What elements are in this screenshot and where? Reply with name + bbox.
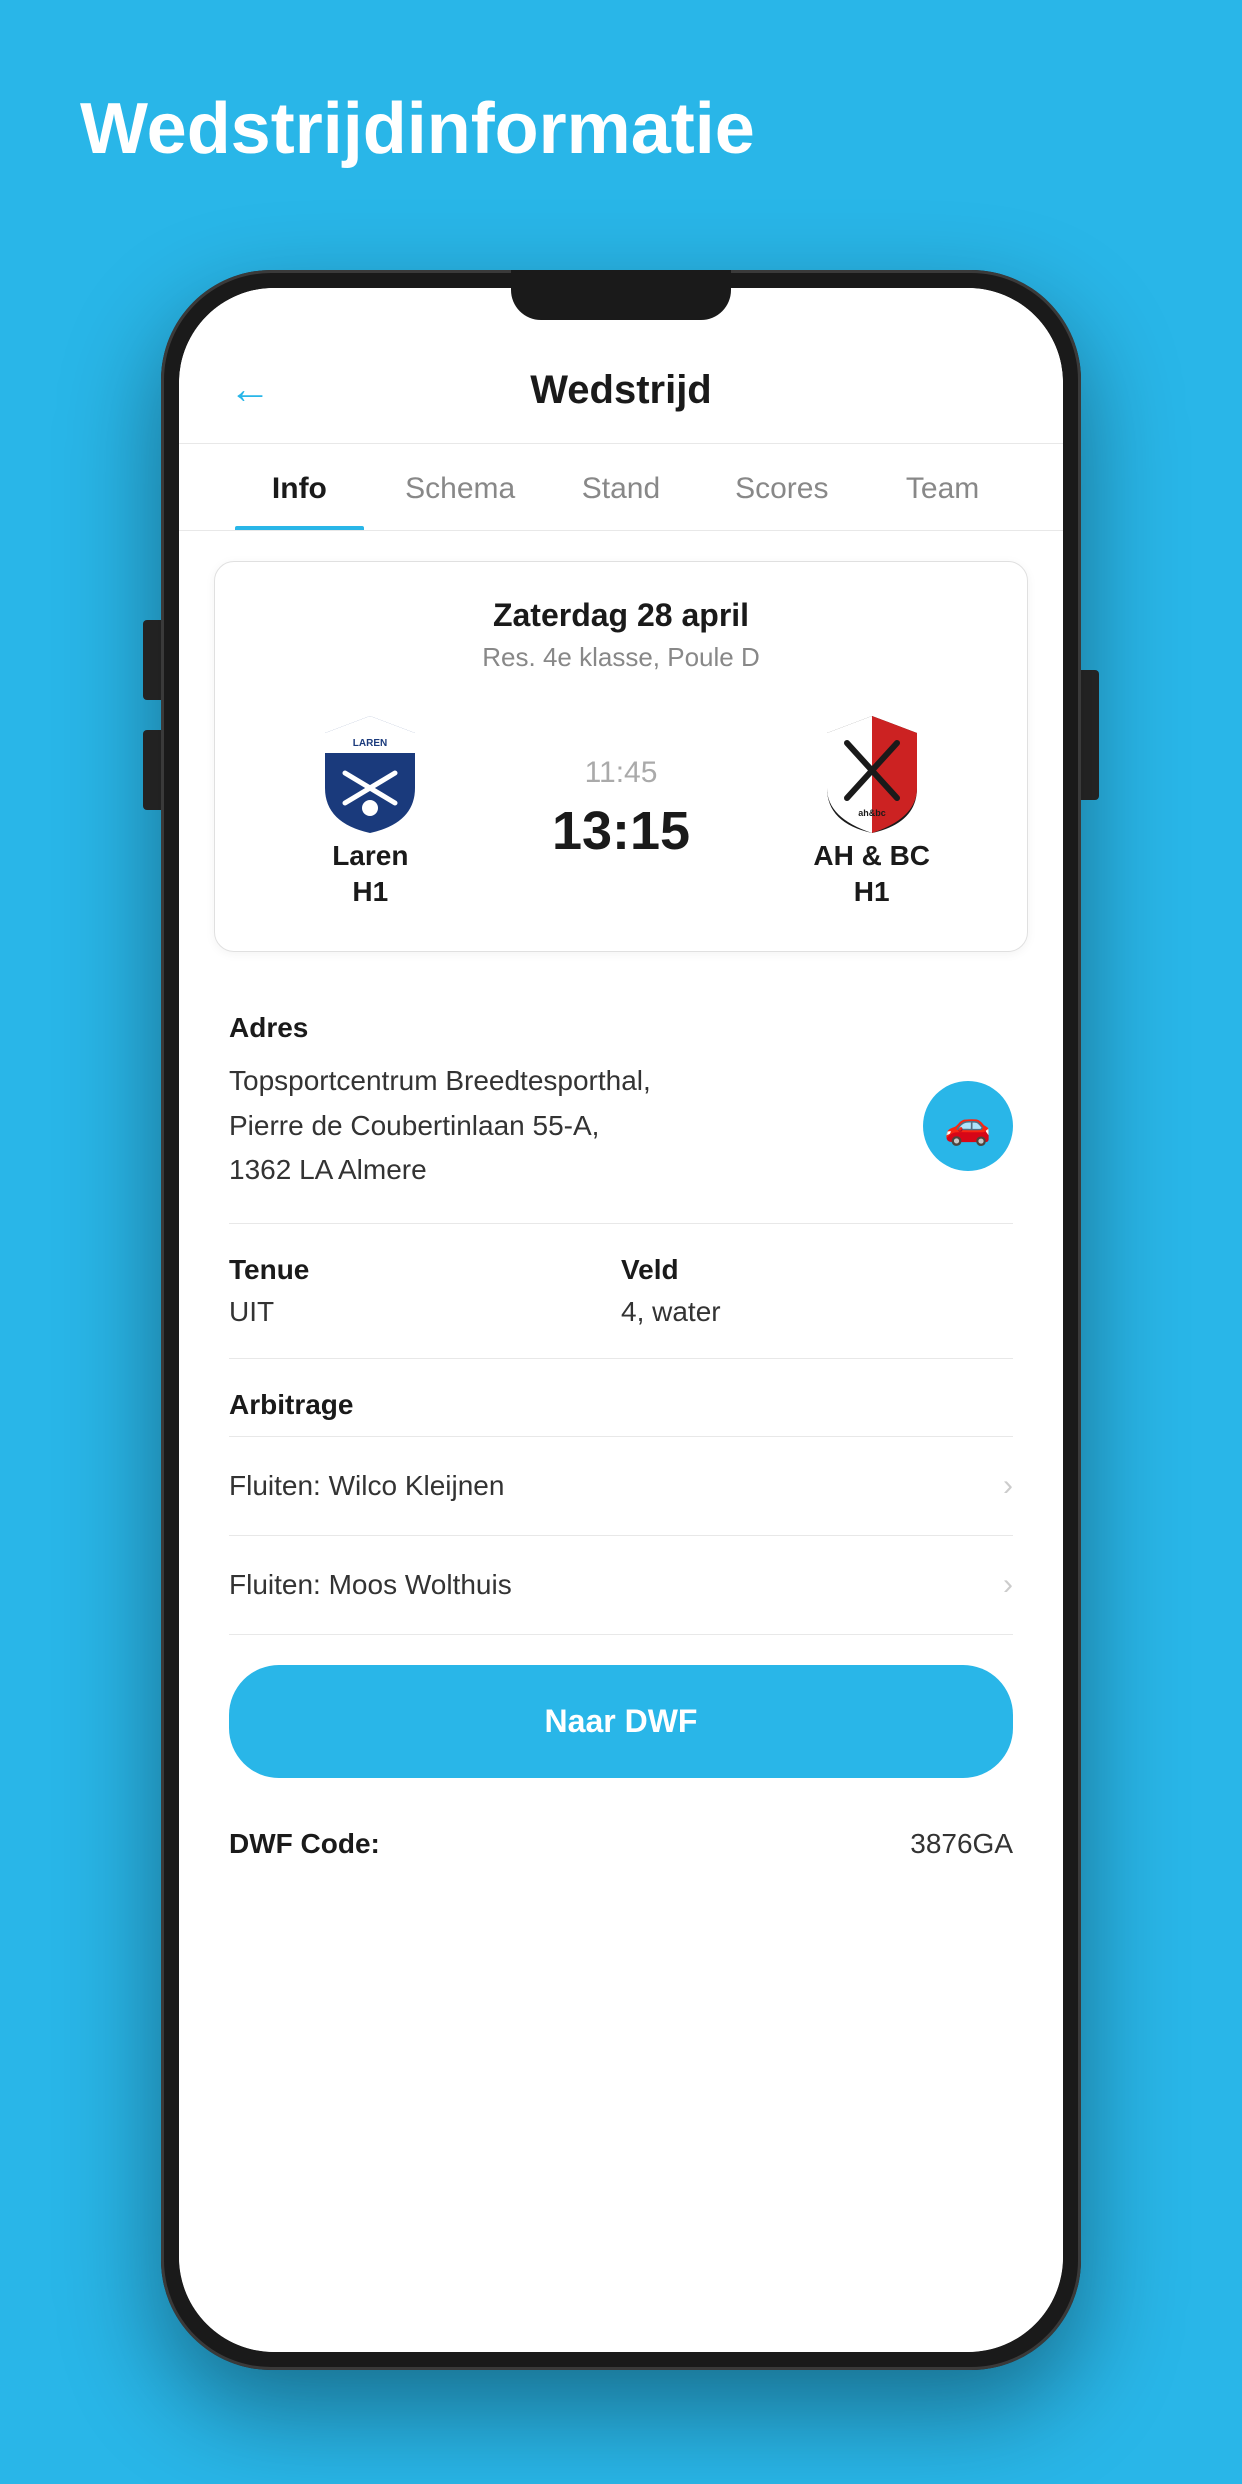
address-row: Topsportcentrum Breedtesporthal, Pierre … [229, 1059, 1013, 1193]
address-text: Topsportcentrum Breedtesporthal, Pierre … [229, 1059, 903, 1193]
address-section: Adres Topsportcentrum Breedtesporthal, P… [179, 982, 1063, 1223]
match-teams: LAREN Laren H1 [245, 708, 997, 911]
veld-value: 4, water [621, 1296, 1013, 1328]
phone-shell: ← Wedstrijd Info Schema Stand Scores Tea… [161, 270, 1081, 2370]
veld-label: Veld [621, 1254, 1013, 1286]
match-date: Zaterdag 28 april [245, 597, 997, 634]
navigate-button[interactable]: 🚗 [923, 1081, 1013, 1171]
home-team: LAREN Laren H1 [245, 708, 496, 911]
tab-scores[interactable]: Scores [701, 444, 862, 530]
away-team-name: AH & BC H1 [813, 838, 930, 911]
dwf-code-value: 3876GA [910, 1828, 1013, 1860]
referee-1-item[interactable]: Fluiten: Wilco Kleijnen › [179, 1437, 1063, 1535]
naar-dwf-label: Naar DWF [545, 1703, 698, 1739]
home-team-name: Laren H1 [332, 838, 408, 911]
home-team-logo: LAREN [305, 708, 435, 838]
phone-mockup: ← Wedstrijd Info Schema Stand Scores Tea… [161, 270, 1081, 2370]
car-icon: 🚗 [944, 1104, 991, 1148]
chevron-right-icon-2: › [1003, 1568, 1013, 1602]
phone-screen: ← Wedstrijd Info Schema Stand Scores Tea… [179, 288, 1063, 2352]
match-score: 13:15 [552, 800, 690, 862]
veld-col: Veld 4, water [621, 1254, 1013, 1328]
tenue-col: Tenue UIT [229, 1254, 621, 1328]
dwf-code-row: DWF Code: 3876GA [179, 1808, 1063, 1900]
tab-stand[interactable]: Stand [541, 444, 702, 530]
naar-dwf-button[interactable]: Naar DWF [229, 1665, 1013, 1778]
away-team: ah&bc AH & BC H1 [746, 708, 997, 911]
dwf-code-label: DWF Code: [229, 1828, 380, 1860]
away-team-logo: ah&bc [807, 708, 937, 838]
referee-2-text: Fluiten: Moos Wolthuis [229, 1569, 512, 1601]
match-card: Zaterdag 28 april Res. 4e klasse, Poule … [214, 561, 1028, 952]
tenue-label: Tenue [229, 1254, 621, 1286]
tab-info[interactable]: Info [219, 444, 380, 530]
phone-notch [511, 270, 731, 320]
page-title: Wedstrijd [530, 368, 712, 443]
tenue-value: UIT [229, 1296, 621, 1328]
match-competition: Res. 4e klasse, Poule D [245, 642, 997, 673]
match-time: 11:45 [585, 756, 658, 790]
svg-text:ah&bc: ah&bc [858, 808, 886, 818]
tenue-veld-row: Tenue UIT Veld 4, water [179, 1224, 1063, 1358]
score-center: 11:45 13:15 [496, 756, 747, 862]
volume-up-button [143, 620, 161, 700]
tab-schema[interactable]: Schema [380, 444, 541, 530]
volume-down-button [143, 730, 161, 810]
tab-team[interactable]: Team [862, 444, 1023, 530]
background-title: Wedstrijdinformatie [0, 0, 1242, 209]
svg-text:LAREN: LAREN [353, 738, 387, 749]
back-button[interactable]: ← [229, 368, 271, 410]
arbitrage-label: Arbitrage [229, 1389, 1013, 1421]
divider-5 [229, 1634, 1013, 1635]
power-button [1081, 670, 1099, 800]
referee-2-item[interactable]: Fluiten: Moos Wolthuis › [179, 1536, 1063, 1634]
arbitrage-section: Arbitrage [179, 1359, 1063, 1436]
chevron-right-icon: › [1003, 1469, 1013, 1503]
screen-content: ← Wedstrijd Info Schema Stand Scores Tea… [179, 288, 1063, 2352]
tab-bar: Info Schema Stand Scores Team [179, 444, 1063, 531]
referee-1-text: Fluiten: Wilco Kleijnen [229, 1470, 504, 1502]
address-label: Adres [229, 1012, 1013, 1044]
